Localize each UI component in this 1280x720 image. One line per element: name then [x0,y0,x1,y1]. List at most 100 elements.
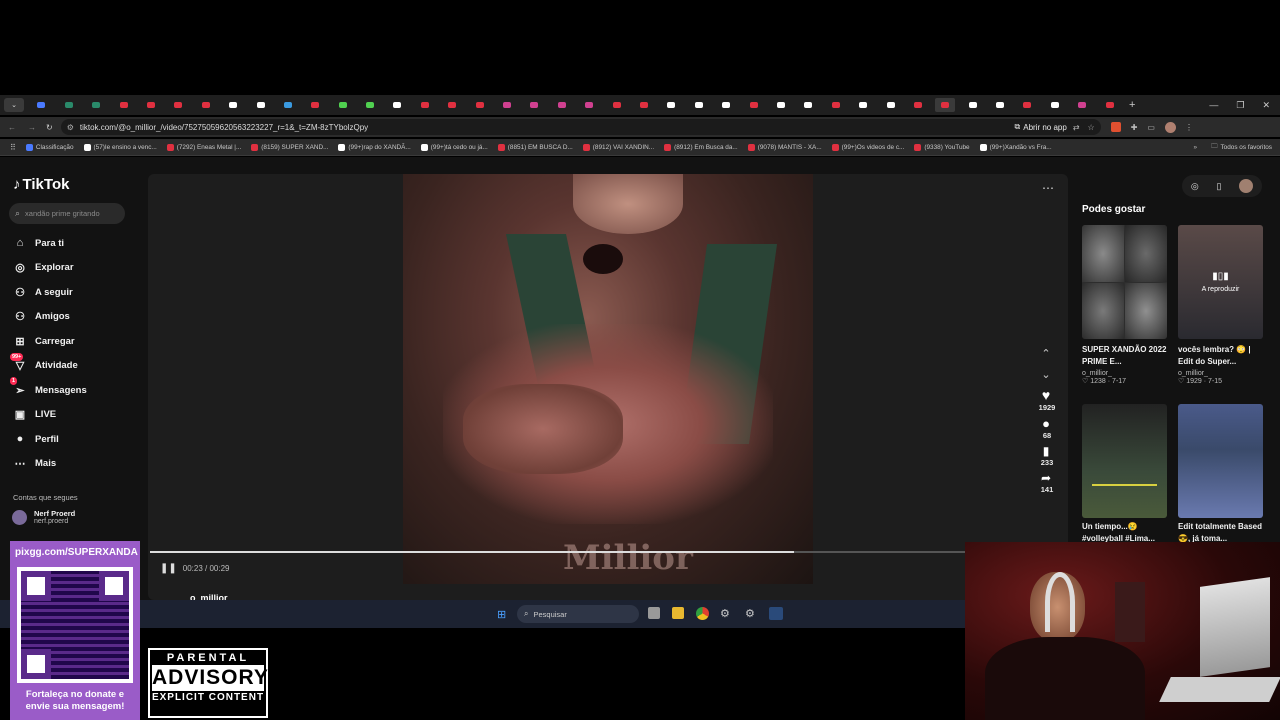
browser-tab[interactable] [387,98,407,112]
site-info-icon[interactable]: ⚙ [67,123,74,132]
sidebar-item-para-ti[interactable]: ⌂ Para ti [13,231,138,256]
user-avatar[interactable] [1239,179,1254,193]
browser-tab[interactable] [305,98,325,112]
browser-tab[interactable] [716,98,736,112]
browser-tab[interactable] [579,98,599,112]
chrome-icon[interactable] [696,607,709,620]
video-frame[interactable]: Millior [403,174,813,584]
next-video-icon[interactable]: ⌄ [1036,368,1056,381]
task-view-icon[interactable] [648,607,660,619]
browser-tab[interactable] [1100,98,1120,112]
browser-tab[interactable] [360,98,380,112]
browser-tab[interactable] [881,98,901,112]
new-tab-button[interactable]: + [1129,99,1135,111]
browser-tab[interactable] [661,98,681,112]
browser-tab[interactable] [826,98,846,112]
browser-tab[interactable] [689,98,709,112]
star-icon[interactable]: ☆ [1088,123,1095,132]
browser-tab[interactable] [963,98,983,112]
related-card-2[interactable]: vocês lembra? 😳 | Edit do Super... o_mil… [1178,344,1266,385]
address-field[interactable]: ⚙ tiktok.com/@o_millior_/video/752750596… [60,119,1101,135]
browser-tab[interactable] [990,98,1010,112]
browser-tab[interactable] [1017,98,1037,112]
sidebar-item-mais[interactable]: ⋯ Mais [13,452,138,477]
profile-avatar[interactable] [1164,121,1176,133]
share-icon[interactable]: ➦ [1036,471,1056,485]
browser-tab[interactable] [607,98,627,112]
back-icon[interactable]: ← [8,123,16,132]
comment-icon[interactable]: ● [1036,416,1056,431]
bookmark-item[interactable]: (99+)tá cedo ou já... [420,143,488,151]
browser-tab[interactable] [744,98,764,112]
related-thumb-3[interactable] [1082,404,1167,518]
like-icon[interactable]: ♥ [1036,387,1056,403]
related-thumb-1[interactable] [1082,225,1167,339]
browser-tab[interactable] [196,98,216,112]
video-progress-track[interactable] [150,551,965,553]
bookmark-icon[interactable]: ▮ [1036,444,1056,458]
browser-tab[interactable] [634,98,654,112]
browser-tab[interactable] [223,98,243,112]
sidebar-item-carregar[interactable]: ⊞ Carregar [13,329,138,354]
file-explorer-icon[interactable] [672,607,684,619]
bookmark-item[interactable]: (9078) MANTIS - XA... [747,143,822,151]
all-favorites-folder[interactable]: 🗀 Todos os favoritos [1211,142,1272,153]
bookmark-item[interactable]: (57)Ie ensino a venc... [83,143,157,151]
browser-tab[interactable] [31,98,51,112]
reload-icon[interactable]: ↻ [46,123,53,132]
browser-tab[interactable] [251,98,271,112]
close-window-button[interactable]: ✕ [1262,100,1270,111]
open-in-app-button[interactable]: ⧉ Abrir no app [1015,122,1067,132]
browser-tab[interactable] [470,98,490,112]
steam-icon[interactable] [769,607,783,620]
extensions-icon[interactable]: ✚ [1131,123,1138,132]
sidebar-item-amigos[interactable]: ⚇ Amigos [13,305,138,330]
app-icon[interactable]: ⚙ [720,607,730,620]
pause-icon[interactable]: ❚❚ [160,563,177,574]
browser-tab[interactable] [59,98,79,112]
browser-tab[interactable] [524,98,544,112]
browser-tab[interactable] [168,98,188,112]
restore-button[interactable]: ❐ [1236,100,1244,111]
browser-tab[interactable] [141,98,161,112]
browser-tab[interactable] [935,98,956,112]
browser-tab[interactable] [497,98,517,112]
bookmark-item[interactable]: (9338) YouTube [914,143,970,151]
browser-tab[interactable] [1072,98,1092,112]
translate-icon[interactable]: ⇄ [1073,123,1080,132]
browser-tab[interactable] [86,98,106,112]
related-thumb-4[interactable] [1178,404,1263,518]
bookmark-item[interactable]: (8912) VAI XANDIN... [582,143,654,151]
menu-icon[interactable]: ⋮ [1185,123,1193,132]
browser-tab[interactable] [333,98,353,112]
previous-video-icon[interactable]: ⌃ [1036,347,1056,360]
browser-tab[interactable] [853,98,873,112]
sidebar-item-a-seguir[interactable]: ⚇ A seguir [13,280,138,305]
bookmark-item[interactable]: (8912) Em Busca da... [664,143,738,151]
related-card-1[interactable]: SUPER XANDÃO 2022 PRIME E... o_millior_ … [1082,344,1167,385]
bookmark-item[interactable]: (7292) Eneas Metal |... [166,143,241,151]
browser-tab[interactable] [114,98,134,112]
sidepanel-icon[interactable]: ▭ [1147,123,1155,132]
browser-tab[interactable] [278,98,298,112]
browser-tab[interactable] [771,98,791,112]
more-options-icon[interactable]: ⋯ [1042,181,1054,195]
taskbar-search[interactable]: ⌕ Pesquisar [517,605,639,623]
device-icon[interactable]: ▯ [1216,181,1221,192]
following-item[interactable]: Nerf Proerd nerf.proerd [12,509,75,525]
windows-start-icon[interactable]: ⊞ [497,608,506,621]
bookmark-item[interactable]: (99+)Os videos de c... [831,143,904,151]
search-input[interactable]: ⌕ xandão prime gritando [9,203,125,224]
browser-tab[interactable] [1045,98,1065,112]
sidebar-item-mensagens[interactable]: ➢ 1 Mensagens [10,377,138,403]
coin-icon[interactable]: ◎ [1191,181,1199,192]
tab-list-button[interactable]: ⌄ [4,98,24,112]
browser-tab[interactable] [908,98,928,112]
settings-icon[interactable]: ⚙ [745,607,755,620]
sidebar-item-atividade[interactable]: ▽ 99+ Atividade [10,352,138,379]
sidebar-item-live[interactable]: ▣ LIVE [13,403,138,428]
bookmark-item[interactable]: (99+)Xandão vs Fra... [979,143,1052,151]
apps-icon[interactable]: ⠿ [10,143,16,152]
bookmark-item[interactable]: (8851) EM BUSCA D... [497,143,573,151]
minimize-button[interactable]: — [1209,100,1218,111]
